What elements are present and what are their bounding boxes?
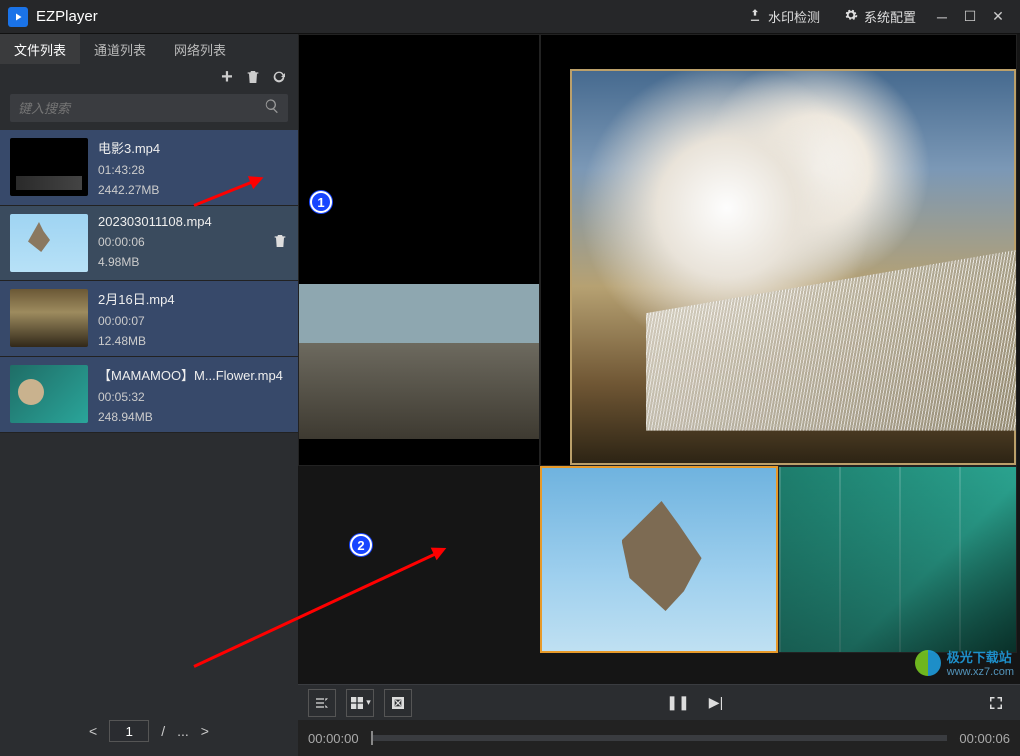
file-item[interactable]: 【MAMAMOO】M...Flower.mp4 00:05:32 248.94MB — [0, 357, 298, 433]
file-duration: 00:05:32 — [98, 390, 288, 404]
add-icon[interactable]: + — [218, 68, 236, 86]
video-grid: 1 2 极光下载站 www.xz7.com — [298, 34, 1020, 684]
pager-prev-icon[interactable]: < — [89, 723, 97, 739]
titlebar: EZPlayer 水印检测 系统配置 ─ ☐ ✕ — [0, 0, 1020, 34]
file-size: 12.48MB — [98, 334, 288, 348]
watermark-text: 极光下载站 — [947, 647, 1014, 666]
timeline[interactable]: 00:00:00 00:00:06 — [298, 720, 1020, 756]
search-input[interactable] — [18, 101, 264, 116]
timeline-start: 00:00:00 — [308, 731, 359, 746]
refresh-icon[interactable] — [270, 68, 288, 86]
video-cell-bottom-left[interactable] — [540, 466, 778, 653]
watermark-url: www.xz7.com — [947, 666, 1014, 678]
file-thumbnail — [10, 365, 88, 423]
file-item[interactable]: 电影3.mp4 01:43:28 2442.27MB — [0, 130, 298, 206]
delete-all-icon[interactable] — [244, 68, 262, 86]
pager-sep: / — [161, 723, 165, 739]
timeline-end: 00:00:06 — [959, 731, 1010, 746]
sidebar: 文件列表 通道列表 网络列表 + 电影3.mp4 01:43:28 2442.27M… — [0, 34, 298, 756]
file-thumbnail — [10, 214, 88, 272]
window-maximize-button[interactable]: ☐ — [956, 0, 984, 34]
file-duration: 01:43:28 — [98, 163, 288, 177]
file-size: 2442.27MB — [98, 183, 288, 197]
file-meta: 【MAMAMOO】M...Flower.mp4 00:05:32 248.94MB — [98, 365, 288, 424]
watermark-logo-icon — [915, 650, 941, 676]
window-close-button[interactable]: ✕ — [984, 0, 1012, 34]
gear-icon — [844, 8, 858, 25]
file-size: 248.94MB — [98, 410, 288, 424]
file-thumbnail — [10, 289, 88, 347]
file-item[interactable]: 202303011108.mp4 00:00:06 4.98MB — [0, 206, 298, 281]
pager: < / ... > — [0, 706, 298, 756]
system-settings-button[interactable]: 系统配置 — [832, 0, 928, 34]
timeline-track[interactable] — [371, 735, 948, 741]
app-logo — [8, 7, 28, 27]
system-settings-label: 系统配置 — [864, 7, 916, 26]
video-cell-bottom-right[interactable] — [778, 466, 1017, 653]
search-icon[interactable] — [264, 98, 280, 119]
playlist-toggle-button[interactable] — [308, 689, 336, 717]
file-item[interactable]: 2月16日.mp4 00:00:07 12.48MB — [0, 281, 298, 357]
annotation-arrowhead-2 — [431, 542, 450, 561]
playback-controls: ▾ ❚❚ ▶| — [298, 684, 1020, 720]
file-name: 202303011108.mp4 — [98, 214, 262, 229]
file-thumbnail — [10, 138, 88, 196]
upload-icon — [748, 8, 762, 25]
file-size: 4.98MB — [98, 255, 262, 269]
file-meta: 202303011108.mp4 00:00:06 4.98MB — [98, 214, 262, 272]
stage: 1 2 极光下载站 www.xz7.com — [298, 34, 1020, 756]
tab-network-list[interactable]: 网络列表 — [160, 34, 240, 64]
pager-next-icon[interactable]: > — [201, 723, 209, 739]
watermark-detect-label: 水印检测 — [768, 7, 820, 26]
search-box[interactable] — [10, 94, 288, 122]
window-minimize-button[interactable]: ─ — [928, 0, 956, 34]
grid-layout-button[interactable]: ▾ — [346, 689, 374, 717]
file-name: 【MAMAMOO】M...Flower.mp4 — [98, 365, 288, 384]
video-cell-top-left[interactable] — [298, 34, 540, 466]
next-frame-button[interactable]: ▶| — [702, 689, 730, 717]
file-list: 电影3.mp4 01:43:28 2442.27MB 202303011108.mp4… — [0, 130, 298, 706]
file-meta: 电影3.mp4 01:43:28 2442.27MB — [98, 138, 288, 197]
delete-file-icon[interactable] — [272, 233, 288, 254]
video-cell-top-right[interactable] — [540, 34, 1017, 466]
pager-page-input[interactable] — [109, 720, 149, 742]
tab-file-list[interactable]: 文件列表 — [0, 34, 80, 64]
file-duration: 00:00:07 — [98, 314, 288, 328]
file-name: 电影3.mp4 — [98, 138, 288, 157]
sidebar-tabs: 文件列表 通道列表 网络列表 — [0, 34, 298, 64]
annotation-circle-2: 2 — [350, 534, 372, 556]
close-view-button[interactable] — [384, 689, 412, 717]
file-name: 2月16日.mp4 — [98, 289, 288, 308]
file-meta: 2月16日.mp4 00:00:07 12.48MB — [98, 289, 288, 348]
sidebar-actions: + — [0, 64, 298, 90]
fullscreen-button[interactable] — [982, 689, 1010, 717]
app-title: EZPlayer — [36, 8, 98, 25]
pause-button[interactable]: ❚❚ — [664, 689, 692, 717]
site-watermark: 极光下载站 www.xz7.com — [915, 647, 1014, 678]
pager-total: ... — [177, 723, 189, 739]
tab-channel-list[interactable]: 通道列表 — [80, 34, 160, 64]
main-area: 文件列表 通道列表 网络列表 + 电影3.mp4 01:43:28 2442.27M… — [0, 34, 1020, 756]
file-duration: 00:00:06 — [98, 235, 262, 249]
watermark-detect-button[interactable]: 水印检测 — [736, 0, 832, 34]
